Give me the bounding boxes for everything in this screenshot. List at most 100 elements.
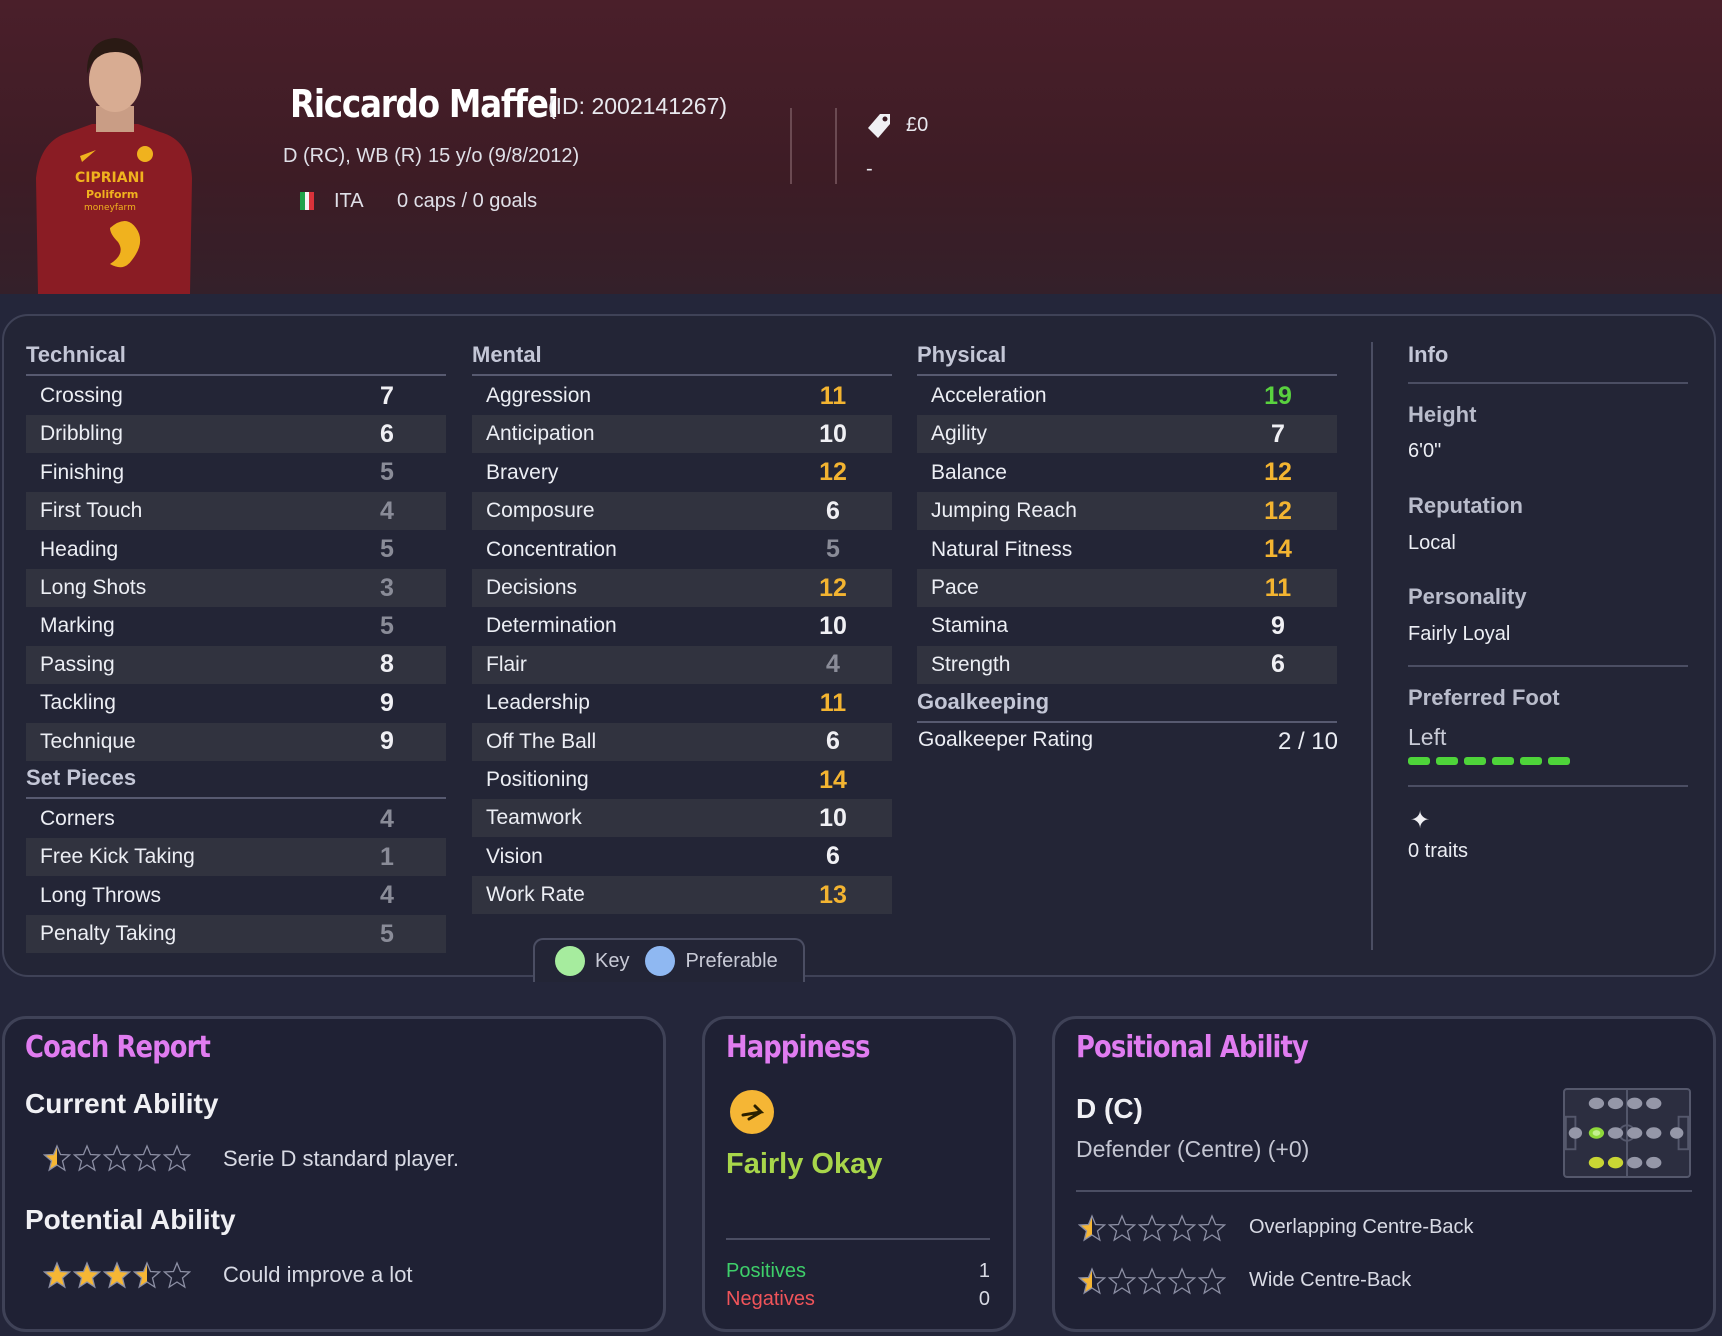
current-ability-label: Current Ability	[25, 1088, 219, 1119]
attribute-label: Concentration	[486, 537, 617, 561]
attribute-label: Anticipation	[486, 422, 595, 446]
attribute-row[interactable]: Tackling 9	[26, 684, 446, 722]
attribute-row[interactable]: Long Throws 4	[26, 877, 446, 915]
attribute-label: Acceleration	[931, 384, 1047, 407]
attribute-row[interactable]: First Touch 4	[26, 492, 446, 531]
attribute-row[interactable]: Bravery 12	[472, 454, 892, 492]
star-icon	[102, 1261, 132, 1294]
info-divider	[1371, 342, 1373, 950]
role-label[interactable]: Wide Centre-Back	[1249, 1269, 1411, 1292]
attribute-value: 5	[380, 611, 394, 640]
traits-count[interactable]: 0 traits	[1408, 840, 1468, 863]
attribute-row[interactable]: Marking 5	[26, 607, 446, 645]
attribute-row[interactable]: Agility 7	[917, 415, 1337, 454]
attribute-value: 11	[819, 688, 847, 717]
attribute-value: 5	[380, 919, 394, 948]
foot-strength-segment	[1548, 757, 1570, 765]
attribute-row[interactable]: Passing 8	[26, 645, 446, 684]
attribute-label: Corners	[40, 807, 115, 830]
attribute-row[interactable]: Strength 6	[917, 645, 1337, 684]
mental-title: Mental	[472, 342, 892, 376]
attribute-row[interactable]: Long Shots 3	[26, 569, 446, 607]
height-label: Height	[1408, 402, 1477, 427]
attribute-label: Jumping Reach	[931, 499, 1077, 523]
star-icon	[1107, 1267, 1137, 1300]
attribute-row[interactable]: Determination 10	[472, 607, 892, 645]
role-stars	[1077, 1214, 1227, 1247]
attribute-label: Pace	[931, 576, 979, 599]
attribute-row[interactable]: Finishing 5	[26, 454, 446, 492]
preferred-foot-label: Preferred Foot	[1408, 685, 1560, 710]
star-icon	[1077, 1214, 1107, 1247]
attribute-row[interactable]: Dribbling 6	[26, 415, 446, 454]
attribute-row[interactable]: Vision 6	[472, 838, 892, 876]
attribute-value: 11	[819, 381, 847, 410]
attribute-row[interactable]: Corners 4	[26, 800, 446, 838]
attribute-row[interactable]: Work Rate 13	[472, 876, 892, 915]
attribute-row[interactable]: Crossing 7	[26, 377, 446, 415]
attribute-row[interactable]: Composure 6	[472, 492, 892, 531]
attribute-value: 10	[819, 803, 847, 832]
foot-strength-segment	[1408, 757, 1430, 765]
key-label: Key	[595, 949, 630, 972]
attribute-row[interactable]: Positioning 14	[472, 761, 892, 799]
role-label[interactable]: Overlapping Centre-Back	[1249, 1216, 1474, 1239]
attribute-row[interactable]: Flair 4	[472, 645, 892, 684]
star-icon	[102, 1144, 132, 1177]
attribute-label: Free Kick Taking	[40, 845, 195, 869]
attribute-row[interactable]: Aggression 11	[472, 377, 892, 415]
goalkeeper-rating-value: 2 / 10	[1277, 728, 1338, 755]
happiness-status: Fairly Okay	[726, 1148, 883, 1180]
attribute-row[interactable]: Heading 5	[26, 531, 446, 569]
goalkeeper-rating-row: Goalkeeper Rating 2 / 10	[918, 728, 1338, 756]
attribute-value: 14	[1264, 535, 1292, 564]
attribute-row[interactable]: Pace 11	[917, 569, 1337, 607]
attribute-row[interactable]: Free Kick Taking 1	[26, 838, 446, 877]
attribute-row[interactable]: Penalty Taking 5	[26, 915, 446, 954]
star-icon	[1137, 1267, 1167, 1300]
attribute-value: 5	[826, 535, 840, 564]
attribute-value: 4	[380, 496, 394, 525]
star-icon	[72, 1144, 102, 1177]
attribute-value: 9	[380, 727, 394, 756]
attribute-row[interactable]: Technique 9	[26, 722, 446, 761]
negatives-label[interactable]: Negatives	[726, 1288, 815, 1311]
attribute-row[interactable]: Decisions 12	[472, 569, 892, 607]
current-ability-stars	[42, 1144, 192, 1177]
attribute-label: Balance	[931, 460, 1007, 484]
attribute-value: 5	[380, 458, 394, 487]
attribute-row[interactable]: Teamwork 10	[472, 799, 892, 838]
positives-label[interactable]: Positives	[726, 1260, 806, 1283]
attribute-row[interactable]: Jumping Reach 12	[917, 492, 1337, 531]
pitch-diagram[interactable]	[1563, 1088, 1691, 1178]
info-separator	[1408, 665, 1688, 667]
attribute-value: 3	[380, 573, 394, 602]
attribute-label: Crossing	[40, 384, 123, 407]
happiness-separator	[726, 1238, 990, 1240]
price-tag-icon	[868, 114, 890, 138]
attribute-label: Finishing	[40, 460, 125, 484]
attribute-row[interactable]: Acceleration 19	[917, 377, 1337, 415]
attribute-row[interactable]: Off The Ball 6	[472, 722, 892, 761]
attribute-value: 12	[1264, 458, 1292, 487]
attribute-row[interactable]: Stamina 9	[917, 607, 1337, 645]
attribute-value: 5	[380, 535, 394, 564]
attribute-row[interactable]: Natural Fitness 14	[917, 531, 1337, 569]
attribute-row[interactable]: Anticipation 10	[472, 415, 892, 454]
foot-strength-segment	[1520, 757, 1542, 765]
attribute-value: 10	[819, 611, 847, 640]
attribute-row[interactable]: Balance 12	[917, 454, 1337, 492]
attribute-label: Bravery	[486, 460, 559, 484]
role-stars	[1077, 1267, 1227, 1300]
negatives-count: 0	[978, 1288, 990, 1310]
attribute-value: 9	[1271, 611, 1285, 640]
attribute-row[interactable]: Concentration 5	[472, 531, 892, 569]
attribute-label: Penalty Taking	[40, 922, 177, 946]
attribute-value: 13	[819, 880, 847, 909]
foot-strength-segment	[1436, 757, 1458, 765]
attribute-label: Stamina	[931, 614, 1009, 638]
attribute-row[interactable]: Leadership 11	[472, 684, 892, 722]
attribute-label: Strength	[931, 652, 1011, 676]
potential-ability-text: Could improve a lot	[223, 1262, 413, 1287]
attribute-label: Heading	[40, 537, 119, 561]
